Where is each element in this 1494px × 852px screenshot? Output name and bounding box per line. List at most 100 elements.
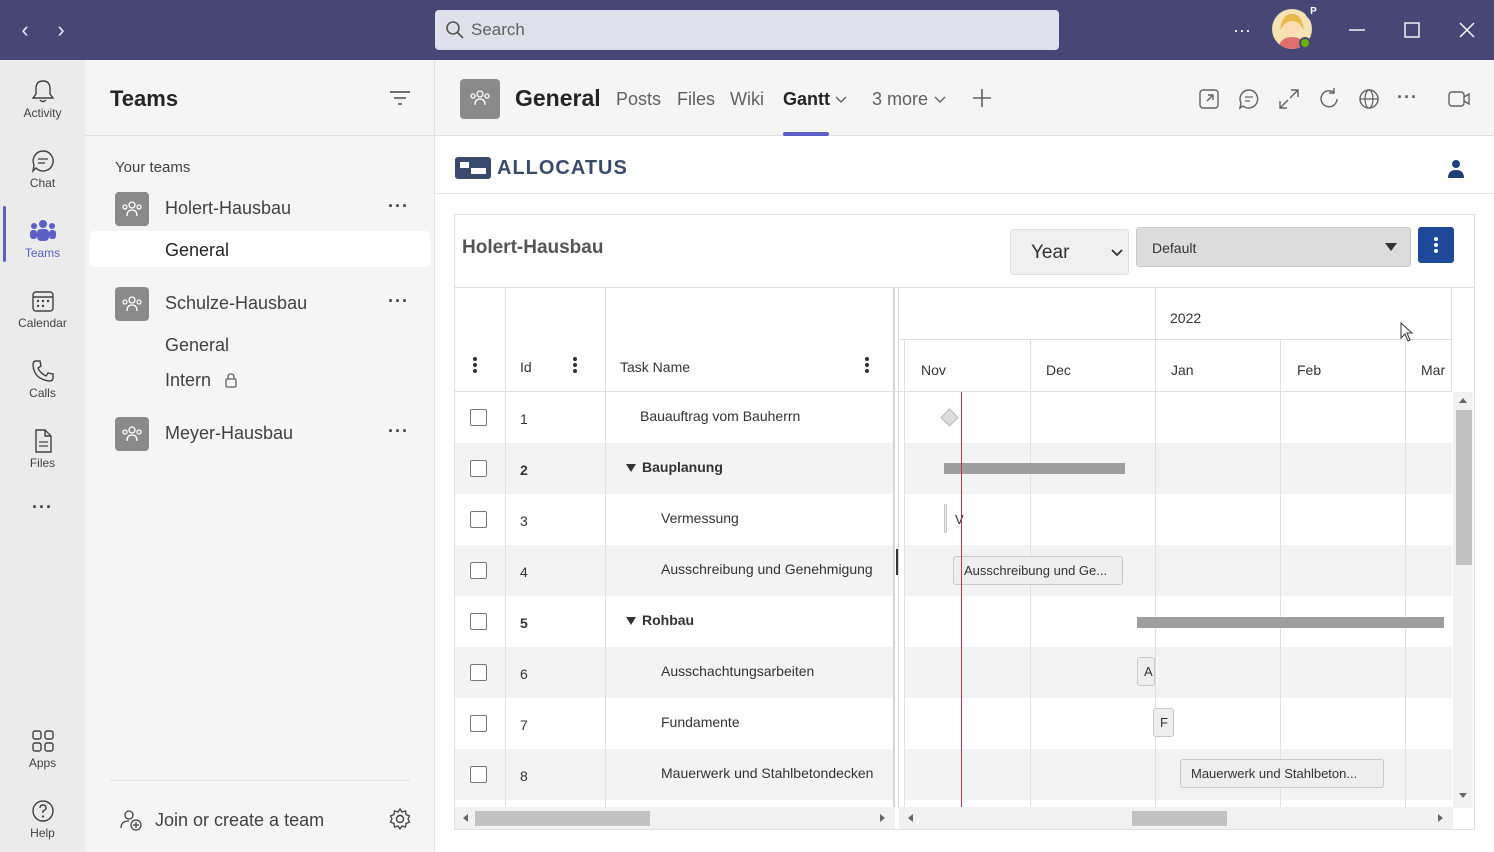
left-horizontal-scroll-thumb[interactable] <box>475 811 650 826</box>
more-options-icon[interactable]: ··· <box>1397 87 1418 108</box>
task-bar-vermessung[interactable] <box>944 504 947 533</box>
channel-general-schulze[interactable]: General <box>165 335 229 356</box>
view-scale-value: Year <box>1031 242 1070 263</box>
table-row[interactable]: 5 Rohbau <box>455 596 893 647</box>
rail-item-help[interactable]: Help <box>0 790 85 852</box>
scroll-right-icon[interactable] <box>1437 813 1445 823</box>
add-tab-icon[interactable] <box>971 87 993 109</box>
team-meyer-hausbau[interactable]: Meyer-Hausbau ··· <box>85 414 435 454</box>
table-row[interactable]: 2 Bauplanung <box>455 443 893 494</box>
globe-icon[interactable] <box>1357 87 1381 111</box>
scroll-left-icon[interactable] <box>906 813 914 823</box>
summary-bar-rohbau[interactable] <box>1137 617 1444 628</box>
row-checkbox[interactable] <box>470 460 487 477</box>
search-input[interactable] <box>471 10 1031 50</box>
tab-wiki[interactable]: Wiki <box>730 89 764 110</box>
app-rail: Activity Chat Teams Calendar Calls Files… <box>0 60 85 852</box>
gear-icon[interactable] <box>388 807 412 831</box>
search-box[interactable] <box>435 10 1059 50</box>
app-header: ALLOCATUS <box>435 137 1494 194</box>
filter-icon[interactable] <box>389 89 411 107</box>
chevron-down-icon[interactable] <box>934 95 946 105</box>
channel-general-holert[interactable] <box>90 231 430 267</box>
rail-item-activity[interactable]: Activity <box>0 70 85 132</box>
row-id: 7 <box>520 717 528 733</box>
row-checkbox[interactable] <box>470 409 487 426</box>
row-task-name-group[interactable]: Rohbau <box>626 612 694 628</box>
text-cursor <box>896 549 898 575</box>
table-row[interactable]: 6 Ausschachtungsarbeiten <box>455 647 893 698</box>
table-row[interactable]: 4 Ausschreibung und Genehmigung <box>455 545 893 596</box>
table-row[interactable]: 1 Bauauftrag vom Bauherrn <box>455 392 893 443</box>
task-bar-ausschachtung[interactable]: A <box>1137 657 1155 686</box>
row-task-name-group[interactable]: Bauplanung <box>626 459 723 475</box>
minimize-icon[interactable] <box>1347 20 1367 40</box>
rail-item-calls[interactable]: Calls <box>0 350 85 412</box>
row-checkbox[interactable] <box>470 664 487 681</box>
row-checkbox[interactable] <box>470 715 487 732</box>
column-menu-icon[interactable] <box>572 356 578 374</box>
gantt-menu-button[interactable] <box>1418 227 1454 263</box>
view-scale-select[interactable]: Year <box>1010 229 1129 275</box>
meet-video-icon[interactable] <box>1447 87 1471 111</box>
user-icon[interactable] <box>1446 159 1466 179</box>
row-checkbox[interactable] <box>470 562 487 579</box>
more-options-icon[interactable]: ··· <box>388 291 409 312</box>
table-row[interactable]: 8 Mauerwerk und Stahlbetondecken <box>455 749 893 800</box>
rail-more-icon[interactable]: ··· <box>0 497 85 527</box>
phone-icon <box>31 360 54 382</box>
rail-item-calendar[interactable]: Calendar <box>0 280 85 342</box>
tab-gantt[interactable]: Gantt <box>783 89 830 110</box>
task-bar-ausschreibung[interactable]: Ausschreibung und Ge... <box>953 556 1123 585</box>
table-row[interactable]: 3 Vermessung <box>455 494 893 545</box>
rail-item-files[interactable]: Files <box>0 420 85 482</box>
column-header-id[interactable]: Id <box>520 359 532 375</box>
channel-intern-schulze[interactable]: Intern <box>165 370 211 391</box>
summary-bar-bauplanung[interactable] <box>944 463 1125 474</box>
row-checkbox[interactable] <box>470 511 487 528</box>
maximize-icon[interactable] <box>1402 20 1422 40</box>
column-menu-icon[interactable] <box>472 356 478 374</box>
tab-posts[interactable]: Posts <box>616 89 661 110</box>
more-options-icon[interactable]: ··· <box>1228 16 1256 44</box>
expand-icon[interactable] <box>1277 87 1301 111</box>
tab-more[interactable]: 3 more <box>872 89 928 110</box>
rail-item-chat[interactable]: Chat <box>0 140 85 202</box>
scroll-down-icon[interactable] <box>1458 792 1468 800</box>
collapse-triangle-icon[interactable] <box>626 464 636 472</box>
join-create-team-link[interactable]: Join or create a team <box>155 810 324 831</box>
row-checkbox[interactable] <box>470 766 487 783</box>
tab-files[interactable]: Files <box>677 89 715 110</box>
layout-select[interactable]: Default <box>1136 227 1411 267</box>
column-header-task-name[interactable]: Task Name <box>620 359 690 375</box>
more-options-icon[interactable]: ··· <box>388 196 409 217</box>
row-task-name: Fundamente <box>661 714 740 730</box>
row-checkbox[interactable] <box>470 613 487 630</box>
collapse-triangle-icon[interactable] <box>626 617 636 625</box>
forward-arrow-icon[interactable]: › <box>49 18 73 42</box>
scroll-up-icon[interactable] <box>1458 396 1468 404</box>
task-bar-fundamente[interactable]: F <box>1153 708 1174 737</box>
splitter[interactable] <box>893 288 895 808</box>
close-icon[interactable] <box>1457 20 1477 40</box>
timeline-month-label: Mar <box>1421 362 1446 378</box>
team-schulze-hausbau[interactable]: Schulze-Hausbau ··· <box>85 284 435 324</box>
scroll-right-icon[interactable] <box>879 813 887 823</box>
rail-label: Help <box>30 826 55 840</box>
main-content: General Posts Files Wiki Gantt 3 more ··… <box>435 60 1494 852</box>
pop-out-icon[interactable] <box>1197 87 1221 111</box>
table-row[interactable]: 7 Fundamente <box>455 698 893 749</box>
vertical-scroll-thumb[interactable] <box>1456 410 1472 565</box>
team-holert-hausbau[interactable]: Holert-Hausbau ··· <box>85 189 435 229</box>
chevron-down-icon[interactable] <box>835 95 847 105</box>
more-options-icon[interactable]: ··· <box>388 421 409 442</box>
back-arrow-icon[interactable]: ‹ <box>13 18 37 42</box>
refresh-icon[interactable] <box>1317 87 1341 111</box>
rail-item-apps[interactable]: Apps <box>0 720 85 782</box>
column-menu-icon[interactable] <box>864 356 870 374</box>
task-bar-mauerwerk[interactable]: Mauerwerk und Stahlbeton... <box>1180 759 1384 788</box>
conversation-icon[interactable] <box>1237 87 1261 111</box>
rail-item-teams[interactable]: Teams <box>0 210 85 272</box>
right-horizontal-scroll-thumb[interactable] <box>1132 811 1227 826</box>
scroll-left-icon[interactable] <box>461 813 469 823</box>
